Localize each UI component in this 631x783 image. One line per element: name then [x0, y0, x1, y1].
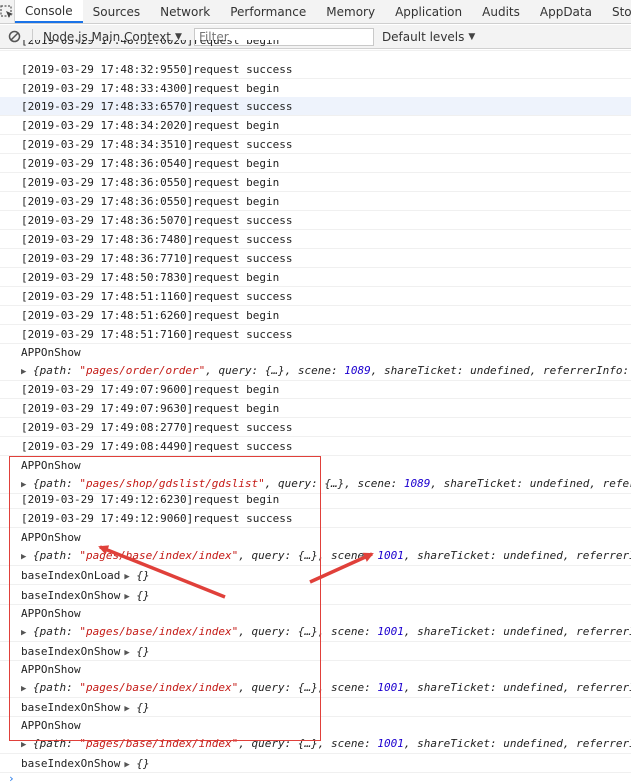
log-line: [2019-03-29 17:48:33:4300]request begin: [0, 79, 631, 98]
log-line: [2019-03-29 17:48:36:0550]request begin: [0, 192, 631, 211]
tab-console[interactable]: Console: [15, 0, 83, 23]
log-line-baseindexonshow: baseIndexOnShow ▶ {}: [0, 754, 631, 773]
object-preview[interactable]: ▶ {path: "pages/base/index/index", query:…: [21, 679, 631, 697]
log-label: APPOnShow: [21, 459, 81, 472]
log-line: [2019-03-29 17:48:34:3510]request succes…: [0, 135, 631, 154]
log-line: [2019-03-29 17:48:50:7830]request begin: [0, 268, 631, 287]
log-line: [2019-03-29 17:49:08:2770]request succes…: [0, 418, 631, 437]
log-line: [2019-03-29 17:48:36:0540]request begin: [0, 154, 631, 173]
tab-sources[interactable]: Sources: [83, 0, 150, 23]
log-label: APPOnShow: [21, 663, 81, 676]
log-line: [2019-03-29 17:48:32:0020]request begin: [0, 40, 631, 51]
log-group-apponshow: APPOnShow ▶ {path: "pages/base/index/inde…: [0, 717, 631, 754]
log-label: APPOnShow: [21, 346, 81, 359]
object-preview[interactable]: ▶ {path: "pages/order/order", query: {…},…: [21, 362, 631, 380]
tab-application[interactable]: Application: [385, 0, 472, 23]
tab-memory[interactable]: Memory: [316, 0, 385, 23]
expand-triangle-icon[interactable]: ▶: [21, 736, 33, 753]
log-label: APPOnShow: [21, 719, 81, 732]
log-line: [2019-03-29 17:48:34:2020]request begin: [0, 116, 631, 135]
log-line-baseindexonload: baseIndexOnLoad ▶ {}: [0, 566, 631, 585]
log-line: [2019-03-29 17:48:51:6260]request begin: [0, 306, 631, 325]
log-label: APPOnShow: [21, 607, 81, 620]
log-line-baseindexonshow: baseIndexOnShow ▶ {}: [0, 586, 631, 605]
log-line: [2019-03-29 17:49:12:6230]request begin: [0, 490, 631, 509]
log-group-apponshow: APPOnShow ▶ {path: "pages/base/index/inde…: [0, 661, 631, 698]
log-label: APPOnShow: [21, 531, 81, 544]
expand-triangle-icon[interactable]: ▶: [124, 760, 129, 770]
devtools-tab-bar: Console Sources Network Performance Memo…: [0, 0, 631, 24]
expand-triangle-icon[interactable]: ▶: [21, 363, 33, 380]
log-line: [2019-03-29 17:48:36:0550]request begin: [0, 173, 631, 192]
object-preview[interactable]: ▶ {path: "pages/base/index/index", query:…: [21, 547, 631, 565]
expand-triangle-icon[interactable]: ▶: [21, 624, 33, 641]
log-group-apponshow: APPOnShow ▶ {path: "pages/shop/gdslist/gd…: [0, 457, 631, 494]
expand-triangle-icon[interactable]: ▶: [21, 680, 33, 697]
log-line-baseindexonshow: baseIndexOnShow ▶ {}: [0, 698, 631, 717]
log-group-apponshow: APPOnShow ▶ {path: "pages/base/index/inde…: [0, 605, 631, 642]
inspect-element-icon[interactable]: [0, 0, 15, 23]
expand-triangle-icon[interactable]: ▶: [21, 548, 33, 565]
expand-triangle-icon[interactable]: ▶: [124, 648, 129, 658]
log-line: [2019-03-29 17:48:36:7480]request succes…: [0, 230, 631, 249]
log-line: [2019-03-29 17:48:51:7160]request succes…: [0, 325, 631, 344]
expand-triangle-icon[interactable]: ▶: [124, 572, 129, 582]
log-line-baseindexonshow: baseIndexOnShow ▶ {}: [0, 642, 631, 661]
log-line: [2019-03-29 17:48:36:5070]request succes…: [0, 211, 631, 230]
tab-audits[interactable]: Audits: [472, 0, 530, 23]
log-line: [2019-03-29 17:48:36:7710]request succes…: [0, 249, 631, 268]
log-line: [2019-03-29 17:49:07:9630]request begin: [0, 399, 631, 418]
log-line: [2019-03-29 17:49:12:9060]request succes…: [0, 509, 631, 528]
tab-appdata[interactable]: AppData: [530, 0, 602, 23]
expand-triangle-icon[interactable]: ▶: [124, 592, 129, 602]
tab-performance[interactable]: Performance: [220, 0, 316, 23]
console-prompt-icon[interactable]: ›: [8, 772, 15, 783]
log-group-apponshow: APPOnShow ▶ {path: "pages/base/index/inde…: [0, 529, 631, 566]
log-group-apponshow: APPOnShow ▶ {path: "pages/order/order", q…: [0, 344, 631, 381]
expand-triangle-icon[interactable]: ▶: [124, 704, 129, 714]
object-preview[interactable]: ▶ {path: "pages/base/index/index", query:…: [21, 623, 631, 641]
log-line-selected: [2019-03-29 17:48:33:6570]request succes…: [0, 97, 631, 116]
log-line: [2019-03-29 17:48:32:9550]request succes…: [0, 60, 631, 79]
log-line: [2019-03-29 17:49:07:9600]request begin: [0, 380, 631, 399]
object-preview[interactable]: ▶ {path: "pages/base/index/index", query:…: [21, 735, 631, 753]
tab-network[interactable]: Network: [150, 0, 220, 23]
log-line: [2019-03-29 17:49:08:4490]request succes…: [0, 437, 631, 456]
log-line: [2019-03-29 17:48:51:1160]request succes…: [0, 287, 631, 306]
tab-storage[interactable]: Storage: [602, 0, 631, 23]
